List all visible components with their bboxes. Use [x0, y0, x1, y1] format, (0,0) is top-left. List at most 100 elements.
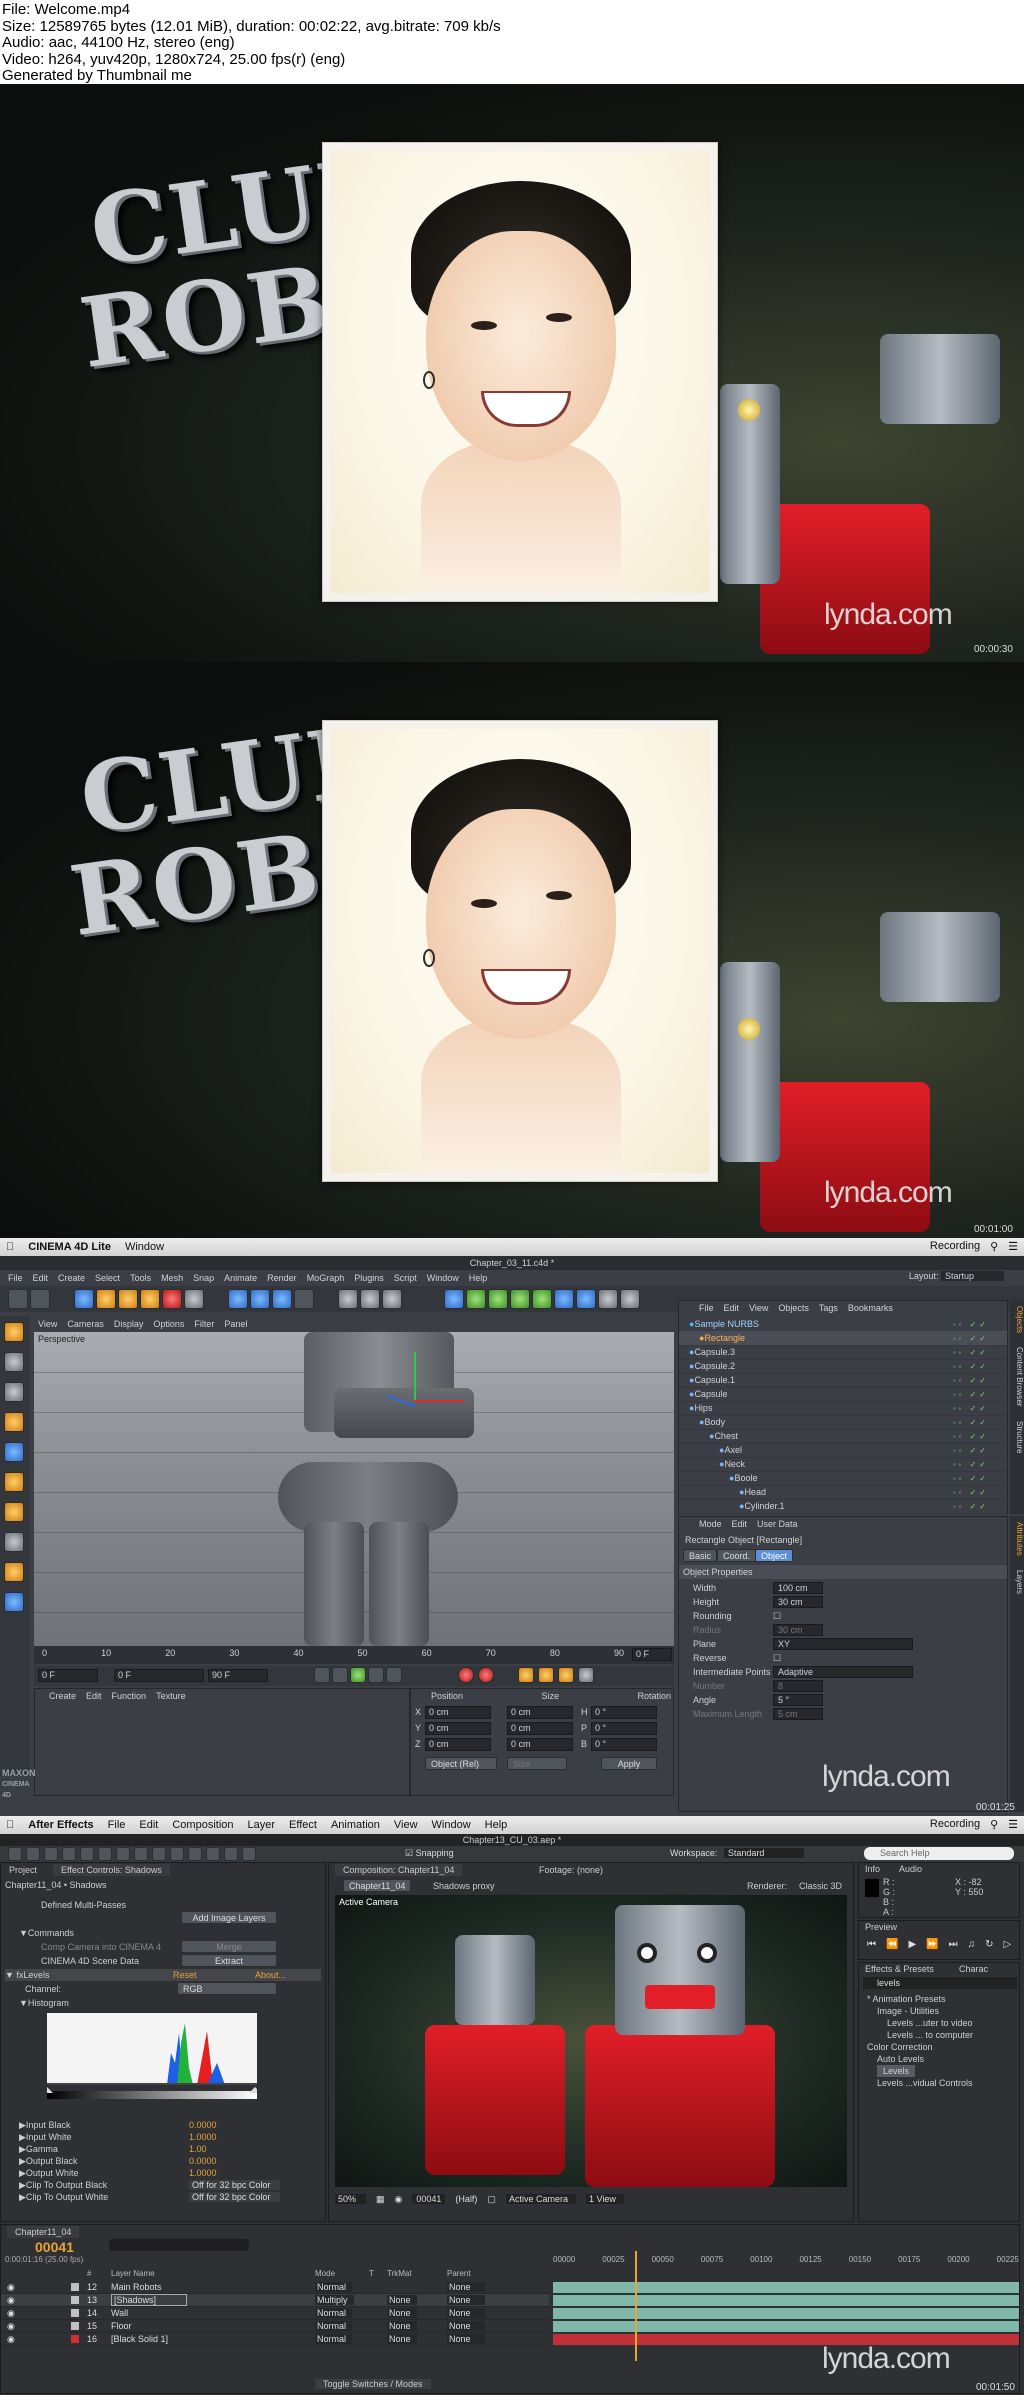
layer-name[interactable]: Floor [111, 2321, 132, 2331]
comp-time-field[interactable]: 00041 [412, 2194, 446, 2204]
first-frame-icon[interactable]: ⏮ [867, 1939, 876, 1950]
property-value[interactable]: 100 cm [773, 1582, 823, 1594]
expand-icon[interactable]: ▶ [19, 2192, 26, 2203]
layer-parent[interactable]: None [447, 2282, 485, 2292]
key-scale-icon[interactable] [538, 1667, 554, 1683]
size-z-field[interactable]: 0 cm [507, 1738, 573, 1751]
camera-icon[interactable] [598, 1289, 618, 1309]
render-view-icon[interactable] [338, 1289, 358, 1309]
object-row[interactable]: ● Axel ◦◦ ✓✓ [679, 1443, 1007, 1458]
nurbs-icon[interactable] [488, 1289, 508, 1309]
levels-property-value[interactable]: 1.00 [189, 2144, 207, 2154]
attr-menu-user-data[interactable]: User Data [757, 1519, 798, 1529]
expand-icon[interactable]: ▶ [19, 2168, 26, 2179]
tab-attributes[interactable]: Attributes [1010, 1522, 1024, 1556]
audio-icon[interactable]: ♫ [968, 1939, 976, 1950]
grid-mode-icon[interactable] [4, 1592, 24, 1612]
object-row[interactable]: ● Head ◦◦ ✓✓ [679, 1485, 1007, 1500]
playhead[interactable] [635, 2251, 637, 2361]
view-menu-view[interactable]: View [38, 1319, 57, 1329]
material-menu-function[interactable]: Function [112, 1691, 147, 1701]
render-picture-icon[interactable] [360, 1289, 380, 1309]
menu-effect[interactable]: Effect [289, 1819, 317, 1831]
expand-icon[interactable]: ▶ [19, 2156, 26, 2167]
tab-footage[interactable]: Footage: (none) [539, 1865, 603, 1875]
size-x-field[interactable]: 0 cm [507, 1706, 573, 1719]
view-menu-panel[interactable]: Panel [224, 1319, 247, 1329]
layer-parent[interactable]: None [447, 2334, 485, 2344]
expand-icon[interactable]: ▶ [19, 2132, 26, 2143]
tweak-mode-icon[interactable] [4, 1532, 24, 1552]
levels-property-row[interactable]: ▶ Clip To Output White Off for 32 bpc Col… [19, 2191, 321, 2203]
type-tool-icon[interactable] [152, 1847, 166, 1861]
apple-icon[interactable]:  [6, 1819, 14, 1831]
menu-animation[interactable]: Animation [331, 1819, 380, 1831]
composition-viewer[interactable]: Active Camera [335, 1895, 847, 2187]
min-frame-field[interactable]: 0 F [114, 1669, 204, 1682]
obj-menu-file[interactable]: File [699, 1303, 714, 1313]
pos-x-field[interactable]: 0 cm [425, 1706, 491, 1719]
search-icon[interactable]: ⚲ [990, 1240, 998, 1253]
object-row[interactable]: ● Capsule.1 ◦◦ ✓✓ [679, 1373, 1007, 1388]
frame-field[interactable]: 0 F [632, 1648, 672, 1661]
menu-edit[interactable]: Edit [139, 1819, 158, 1831]
layer-row[interactable]: ◉ 13 [Shadows] Multiply None None [1, 2294, 549, 2307]
levels-property-row[interactable]: ▶ Input White 1.0000 [19, 2131, 321, 2143]
effects-tree-item[interactable]: Color Correction [867, 2041, 1011, 2053]
menu-edit[interactable]: Edit [33, 1273, 49, 1283]
play-icon[interactable] [350, 1667, 366, 1683]
deformer-icon[interactable] [532, 1289, 552, 1309]
menu-file[interactable]: File [8, 1273, 23, 1283]
levels-property-value[interactable]: 1.0000 [189, 2168, 217, 2178]
breadcrumb-comp[interactable]: Chapter11_04 [343, 1879, 412, 1892]
layer-row[interactable]: ◉ 14 Wall Normal None None [1, 2307, 549, 2320]
layer-parent[interactable]: None [447, 2295, 485, 2305]
resolution-dropdown[interactable]: (Half) [455, 2194, 477, 2204]
toggle-switches-modes-button[interactable]: Toggle Switches / Modes [315, 2379, 431, 2389]
menu-help[interactable]: Help [469, 1273, 488, 1283]
expand-icon[interactable]: ▶ [19, 2180, 26, 2191]
undo-icon[interactable] [8, 1289, 28, 1309]
rot-h-field[interactable]: 0 ° [591, 1706, 657, 1719]
label-color-swatch[interactable] [71, 2296, 79, 2304]
commands-section[interactable]: ▼ Commands [19, 1927, 321, 1939]
apple-icon[interactable]:  [6, 1241, 14, 1253]
effects-search-input[interactable]: levels [863, 1977, 1017, 1989]
mask-tool-icon[interactable] [116, 1847, 130, 1861]
rotate-icon[interactable] [140, 1289, 160, 1309]
histogram-section[interactable]: ▼ Histogram [19, 1997, 321, 2009]
environment-icon[interactable] [576, 1289, 596, 1309]
layer-trkmat[interactable]: None [387, 2321, 417, 2331]
effects-tree-item[interactable]: Image - Utilities [877, 2005, 1011, 2017]
menu-window[interactable]: Window [432, 1819, 471, 1831]
layer-mode[interactable]: Normal [315, 2321, 353, 2331]
eraser-tool-icon[interactable] [206, 1847, 220, 1861]
effects-tree-item[interactable]: Levels ... to computer [887, 2029, 1011, 2041]
property-checkbox[interactable]: ☐ [773, 1611, 781, 1622]
polygons-mode-icon[interactable] [4, 1472, 24, 1492]
pos-y-field[interactable]: 0 cm [425, 1722, 491, 1735]
property-value[interactable]: 30 cm [773, 1624, 823, 1636]
visibility-eye-icon[interactable]: ◉ [7, 2321, 15, 2332]
property-checkbox[interactable]: ☐ [773, 1653, 781, 1664]
tab-timeline-comp[interactable]: Chapter11_04 [7, 2226, 80, 2238]
extract-button[interactable]: Extract [181, 1954, 277, 1967]
current-frame-field[interactable]: 0 F [38, 1669, 98, 1682]
object-flags[interactable]: ◦◦ ✓✓ [953, 1390, 989, 1399]
track-bar[interactable] [553, 2282, 1019, 2293]
breadcrumb-proxy[interactable]: Shadows proxy [433, 1881, 495, 1891]
pan-tool-icon[interactable] [98, 1847, 112, 1861]
rotate-tool-icon[interactable] [62, 1847, 76, 1861]
object-flags[interactable]: ◦◦ ✓✓ [953, 1348, 989, 1357]
property-value[interactable]: Adaptive [773, 1666, 913, 1678]
hand-tool-icon[interactable] [26, 1847, 40, 1861]
visibility-eye-icon[interactable]: ◉ [7, 2282, 15, 2293]
obj-menu-bookmarks[interactable]: Bookmarks [848, 1303, 893, 1313]
timeline-timecode[interactable]: 00041 [35, 2239, 74, 2255]
obj-menu-objects[interactable]: Objects [778, 1303, 809, 1313]
object-row[interactable]: ● Body ◦◦ ✓✓ [679, 1415, 1007, 1430]
array-icon[interactable] [510, 1289, 530, 1309]
window-menu[interactable]: Window [125, 1241, 164, 1253]
menu-select[interactable]: Select [95, 1273, 120, 1283]
recent-tool-icon[interactable] [162, 1289, 182, 1309]
